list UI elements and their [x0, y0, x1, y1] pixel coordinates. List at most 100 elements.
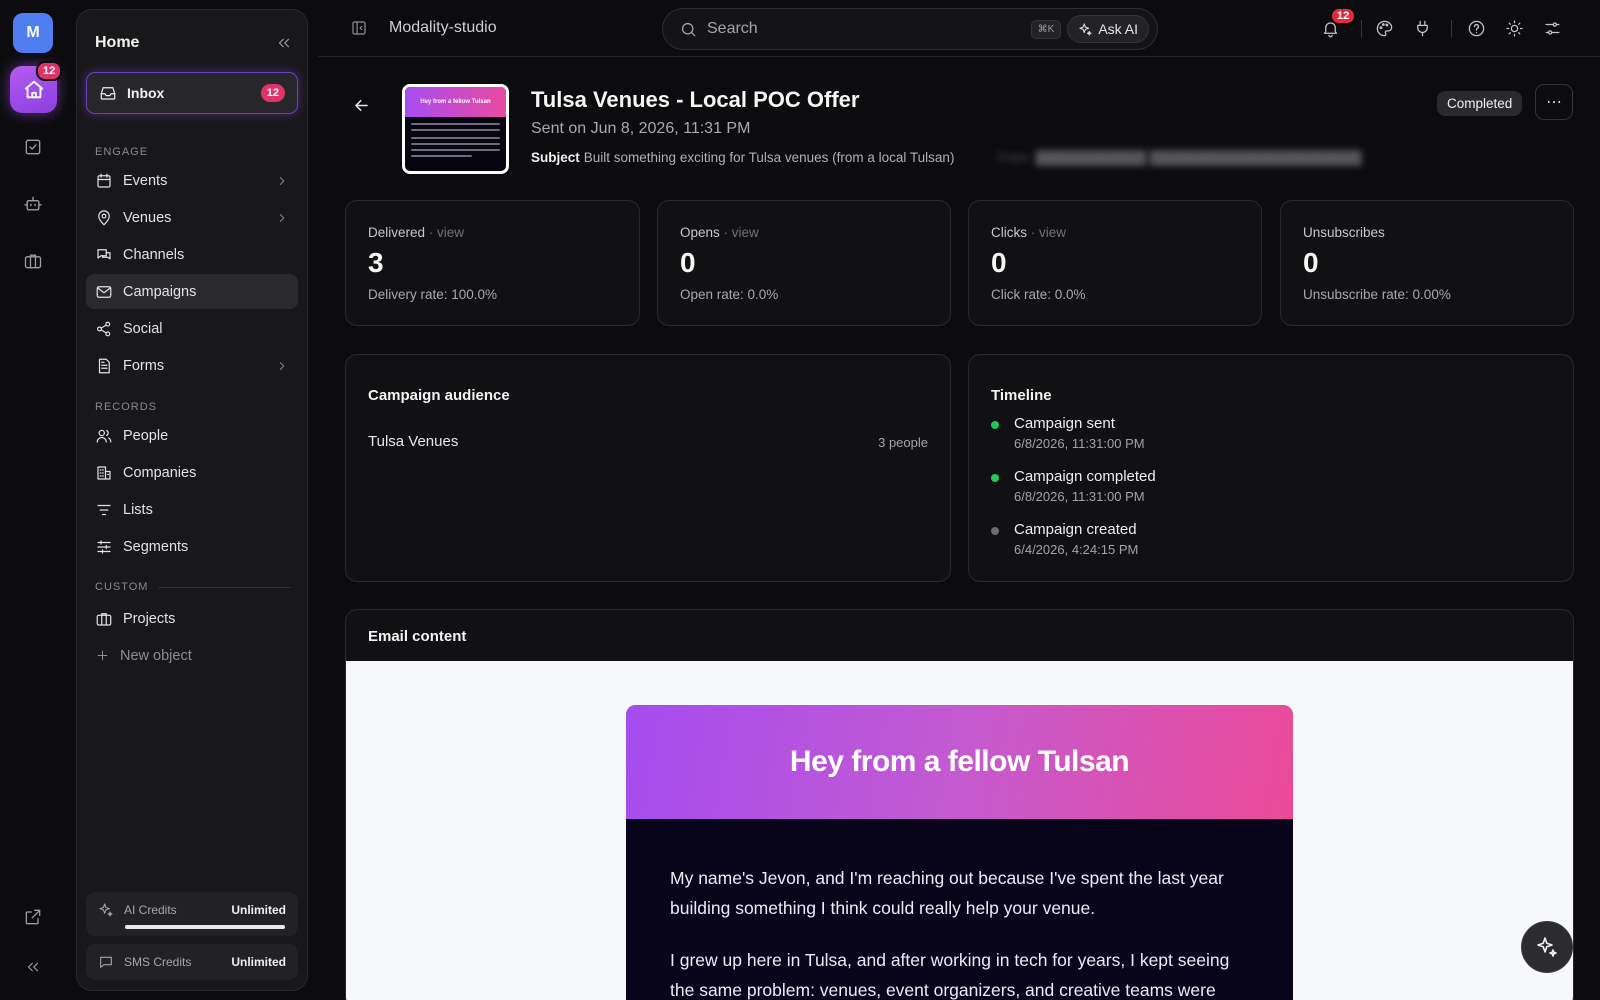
audience-name[interactable]: Tulsa Venues	[368, 433, 458, 450]
sidebar-item-label: Segments	[123, 538, 189, 555]
timeline-event-title: Campaign created	[1014, 521, 1137, 538]
timeline-event-date: 6/8/2026, 11:31:00 PM	[1014, 489, 1145, 504]
toggle-panel-button[interactable]	[350, 19, 368, 37]
ai-credits-value: Unlimited	[231, 903, 286, 917]
email-preview: Hey from a fellow Tulsan My name's Jevon…	[346, 661, 1573, 1000]
email-thumbnail[interactable]: Hey from a fellow Tulsan	[402, 84, 509, 174]
subject-label: Subject	[531, 150, 580, 165]
sidebar-item-social[interactable]: Social	[86, 311, 298, 346]
stat-card-opens: Opens · view 0 Open rate: 0.0%	[657, 200, 951, 326]
settings-button[interactable]	[1543, 19, 1562, 38]
sidebar-item-projects[interactable]: Projects	[86, 601, 298, 636]
rail-agents-button[interactable]	[20, 191, 46, 217]
filter-list-icon	[97, 504, 111, 515]
search-input[interactable]: Search	[707, 20, 1031, 38]
sidebar-item-companies[interactable]: Companies	[86, 455, 298, 490]
sidebar-collapse-button[interactable]	[275, 34, 293, 52]
message-icon	[100, 956, 112, 968]
sidebar-item-label: Social	[123, 320, 163, 337]
ai-assistant-button[interactable]	[1521, 921, 1573, 973]
share-icon	[97, 321, 111, 336]
inbox-icon	[100, 87, 116, 100]
chevron-right-icon	[279, 176, 285, 185]
sidebar-item-forms[interactable]: Forms	[86, 348, 298, 383]
stat-label: Unsubscribes	[1303, 225, 1385, 240]
chat-icon	[97, 248, 111, 259]
chevrons-left-icon	[27, 962, 39, 972]
rail-projects-button[interactable]	[20, 248, 46, 274]
users-icon	[96, 429, 112, 443]
stat-rate: Unsubscribe rate: 0.00%	[1303, 287, 1451, 302]
sidebar-item-segments[interactable]: Segments	[86, 529, 298, 564]
search-bar[interactable]: Search ⌘K Ask AI	[662, 8, 1158, 50]
campaign-title: Tulsa Venues - Local POC Offer	[531, 87, 860, 112]
sidebar-item-label: Venues	[123, 209, 172, 226]
stat-card-delivered: Delivered · view 3 Delivery rate: 100.0%	[345, 200, 640, 326]
arrow-left-icon	[355, 99, 368, 112]
ai-credits-label: AI Credits	[124, 903, 177, 917]
timeline-dot	[991, 527, 999, 535]
sidebar-item-inbox[interactable]: Inbox 12	[86, 72, 298, 114]
ai-credits-bar	[125, 925, 285, 929]
ask-ai-button[interactable]: Ask AI	[1067, 15, 1149, 43]
help-circle-icon	[1468, 20, 1485, 37]
sliders-icon	[97, 539, 111, 554]
section-engage: ENGAGE	[95, 146, 149, 158]
chevron-right-icon	[279, 213, 285, 222]
stat-value: 3	[368, 247, 384, 278]
sidebar-item-events[interactable]: Events	[86, 163, 298, 198]
from-line-redacted: From ████████████ ██████████████████████…	[998, 150, 1362, 165]
view-link[interactable]: · view	[1031, 225, 1066, 240]
sidebar-item-new-object[interactable]: New object	[86, 638, 298, 673]
sms-credits[interactable]: SMS Credits Unlimited	[86, 944, 298, 980]
breadcrumb[interactable]: Modality-studio	[389, 19, 497, 37]
campaign-sent-date: Sent on Jun 8, 2026, 11:31 PM	[531, 120, 751, 137]
theme-palette-button[interactable]	[1375, 19, 1394, 38]
sidebar-item-campaigns[interactable]: Campaigns	[86, 274, 298, 309]
back-button[interactable]	[352, 96, 371, 115]
sidebar-item-label: Campaigns	[123, 283, 197, 300]
timeline-dot	[991, 474, 999, 482]
sidebar-item-people[interactable]: People	[86, 418, 298, 453]
sidebar-item-label: New object	[120, 647, 192, 664]
card-title: Campaign audience	[368, 387, 510, 404]
sidebar-item-label: Companies	[123, 464, 197, 481]
integrations-button[interactable]	[1413, 19, 1432, 38]
stat-value: 0	[1303, 247, 1319, 278]
stat-label: Delivered	[368, 225, 426, 240]
sidebar-title: Home	[95, 34, 140, 51]
sun-icon	[1506, 20, 1523, 37]
more-horizontal-icon	[1547, 101, 1561, 103]
stat-card-unsubscribes: Unsubscribes 0 Unsubscribe rate: 0.00%	[1280, 200, 1574, 326]
rail-collapse-button[interactable]	[20, 954, 46, 980]
sidebar-item-lists[interactable]: Lists	[86, 492, 298, 527]
sidebar-item-channels[interactable]: Channels	[86, 237, 298, 272]
stat-value: 0	[680, 247, 696, 278]
inbox-count-badge: 12	[260, 84, 285, 102]
brightness-button[interactable]	[1505, 19, 1524, 38]
home-icon	[24, 80, 43, 98]
sms-credits-value: Unlimited	[231, 955, 286, 969]
sidebar-item-venues[interactable]: Venues	[86, 200, 298, 235]
help-button[interactable]	[1467, 19, 1486, 38]
topbar: Modality-studio Search ⌘K Ask AI 12	[318, 0, 1600, 57]
calendar-icon	[97, 173, 111, 188]
palette-icon	[1376, 20, 1393, 37]
briefcase-icon	[24, 254, 42, 269]
ai-credits-bar-fill	[125, 925, 285, 929]
section-records: RECORDS	[95, 401, 158, 413]
email-content-card: Email content Hey from a fellow Tulsan M…	[345, 609, 1574, 1000]
audience-count: 3 people	[878, 435, 928, 450]
more-options-button[interactable]	[1535, 84, 1573, 120]
chevrons-left-icon	[278, 38, 290, 48]
sms-credits-label: SMS Credits	[124, 955, 192, 969]
email-heading: Hey from a fellow Tulsan	[626, 705, 1293, 819]
ai-credits[interactable]: AI Credits Unlimited	[86, 892, 298, 936]
view-link[interactable]: · view	[429, 225, 464, 240]
rail-tasks-button[interactable]	[20, 134, 46, 160]
app-rail: M 12	[0, 0, 66, 1000]
workspace-avatar[interactable]: M	[13, 13, 53, 53]
view-link[interactable]: · view	[724, 225, 759, 240]
subject-text: Built something exciting for Tulsa venue…	[583, 150, 955, 165]
rail-external-link-button[interactable]	[20, 904, 46, 930]
